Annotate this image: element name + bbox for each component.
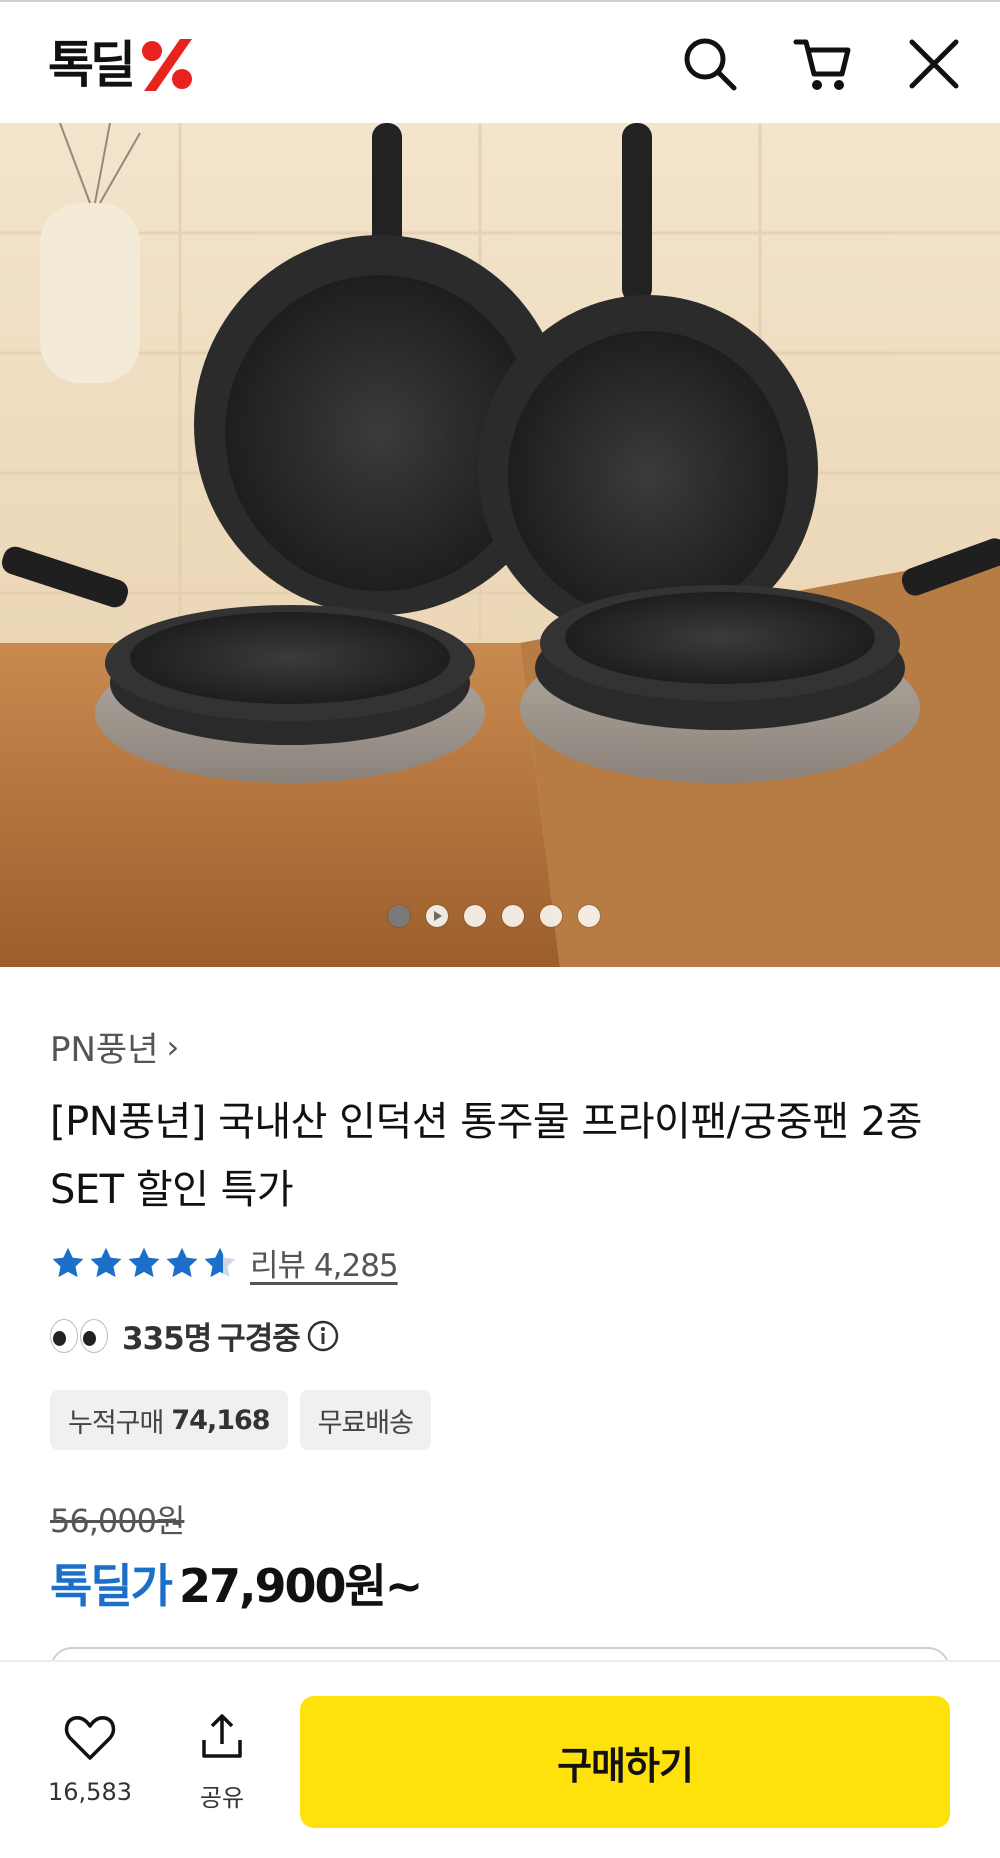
bottom-action-bar: 16,583 공유 구매하기 <box>0 1660 1000 1858</box>
sale-label: 톡딜가 <box>50 1559 173 1613</box>
carousel-play-dot[interactable] <box>426 905 448 927</box>
viewers-row: 335명 구경중 <box>50 1313 340 1358</box>
top-header: 톡딜 <box>0 0 1000 123</box>
heart-icon <box>64 1716 116 1760</box>
buy-button[interactable]: 구매하기 <box>300 1696 950 1828</box>
rating-row: 리뷰 4,285 <box>50 1240 399 1285</box>
share-icon <box>202 1714 242 1758</box>
original-price: 56,000원 <box>50 1502 185 1540</box>
carousel-dot[interactable] <box>540 905 562 927</box>
star-icon <box>166 1247 198 1277</box>
like-count: 16,583 <box>48 1778 132 1806</box>
cart-icon[interactable] <box>792 34 852 94</box>
cumulative-purchase-tag: 누적구매 74,168 <box>50 1390 288 1450</box>
carousel-dots <box>388 905 600 927</box>
share-button[interactable]: 공유 <box>172 1710 272 1813</box>
carousel-dot[interactable] <box>502 905 524 927</box>
close-icon[interactable] <box>904 34 964 94</box>
tag-label: 누적구매 <box>68 1407 164 1439</box>
carousel-dot[interactable] <box>464 905 486 927</box>
info-icon[interactable] <box>306 1319 340 1353</box>
logo[interactable]: 톡딜 <box>48 36 196 94</box>
star-icon <box>90 1247 122 1277</box>
sale-price-row: 톡딜가 27,900원~ <box>50 1550 423 1616</box>
chevron-right-icon: › <box>166 1027 180 1066</box>
product-tags: 누적구매 74,168 무료배송 <box>50 1390 431 1450</box>
brand-link[interactable]: PN풍년 › <box>50 1022 179 1071</box>
viewers-count: 335명 <box>122 1321 212 1357</box>
logo-text: 톡딜 <box>48 36 136 94</box>
tag-label: 무료배송 <box>317 1407 414 1439</box>
product-title: [PN풍년] 국내산 인덕션 통주물 프라이팬/궁중팬 2종 SET 할인 특가 <box>50 1099 922 1213</box>
share-label: 공유 <box>199 1784 245 1812</box>
sale-price: 27,900원~ <box>178 1559 423 1613</box>
star-icon <box>128 1247 160 1277</box>
viewers-label: 구경중 <box>217 1321 301 1357</box>
like-button[interactable]: 16,583 <box>40 1710 140 1806</box>
rating-stars <box>50 1245 238 1281</box>
free-shipping-tag: 무료배송 <box>299 1390 431 1450</box>
star-half-icon <box>204 1247 236 1277</box>
eyes-icon <box>50 1318 108 1353</box>
star-icon <box>52 1247 84 1277</box>
carousel-dot[interactable] <box>388 905 410 927</box>
product-image-carousel[interactable] <box>0 123 1000 967</box>
product-photo <box>0 123 1000 967</box>
percent-logo-icon <box>142 39 192 91</box>
review-count-link[interactable]: 리뷰 4,285 <box>250 1240 399 1285</box>
search-icon[interactable] <box>680 34 740 94</box>
carousel-dot[interactable] <box>578 905 600 927</box>
tag-value: 74,168 <box>171 1404 270 1436</box>
brand-name: PN풍년 <box>50 1030 159 1070</box>
